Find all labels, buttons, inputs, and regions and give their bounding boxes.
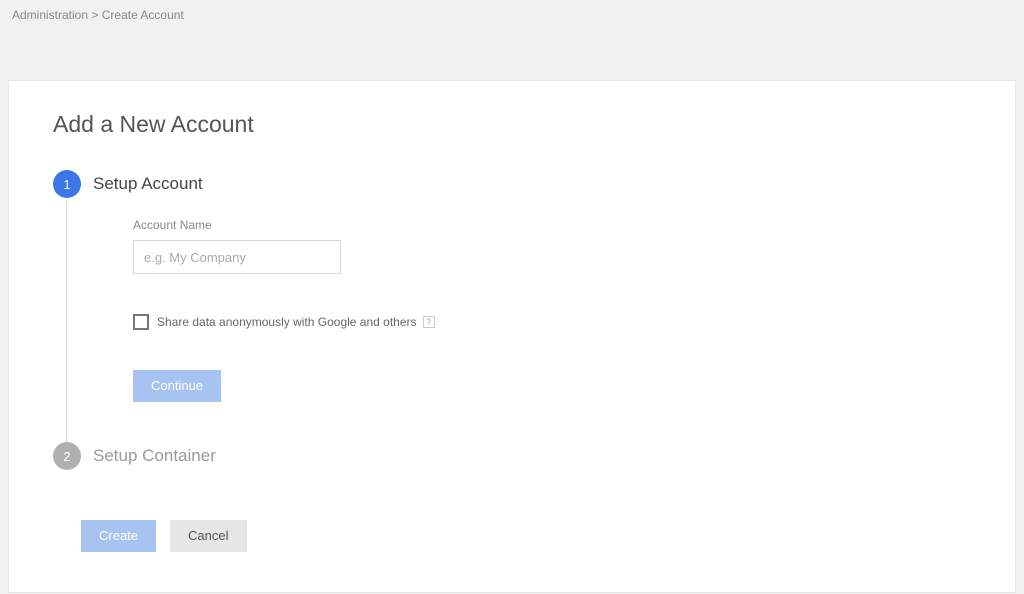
step-2-marker: 2: [53, 442, 81, 470]
create-button[interactable]: Create: [81, 520, 156, 552]
step-1-marker: 1: [53, 170, 81, 198]
breadcrumb: Administration > Create Account: [0, 0, 1024, 30]
account-name-input[interactable]: [133, 240, 341, 274]
step-1: 1 Setup Account Account Name Share data …: [53, 170, 971, 422]
account-name-label: Account Name: [133, 218, 435, 232]
step-1-body: Account Name Share data anonymously with…: [133, 198, 435, 422]
breadcrumb-root-link[interactable]: Administration: [12, 8, 88, 22]
step-2: 2 Setup Container: [53, 442, 971, 470]
breadcrumb-current: Create Account: [102, 8, 184, 22]
help-icon[interactable]: ?: [423, 316, 435, 328]
footer-buttons: Create Cancel: [81, 520, 971, 552]
step-1-title: Setup Account: [93, 170, 435, 198]
share-data-label: Share data anonymously with Google and o…: [157, 315, 417, 329]
step-2-title: Setup Container: [93, 442, 216, 470]
share-data-checkbox[interactable]: [133, 314, 149, 330]
cancel-button[interactable]: Cancel: [170, 520, 246, 552]
page-title: Add a New Account: [53, 111, 971, 138]
step-connector: [66, 198, 67, 450]
main-card: Add a New Account 1 Setup Account Accoun…: [8, 80, 1016, 593]
breadcrumb-separator: >: [91, 8, 98, 22]
continue-button[interactable]: Continue: [133, 370, 221, 402]
share-data-row: Share data anonymously with Google and o…: [133, 314, 435, 330]
